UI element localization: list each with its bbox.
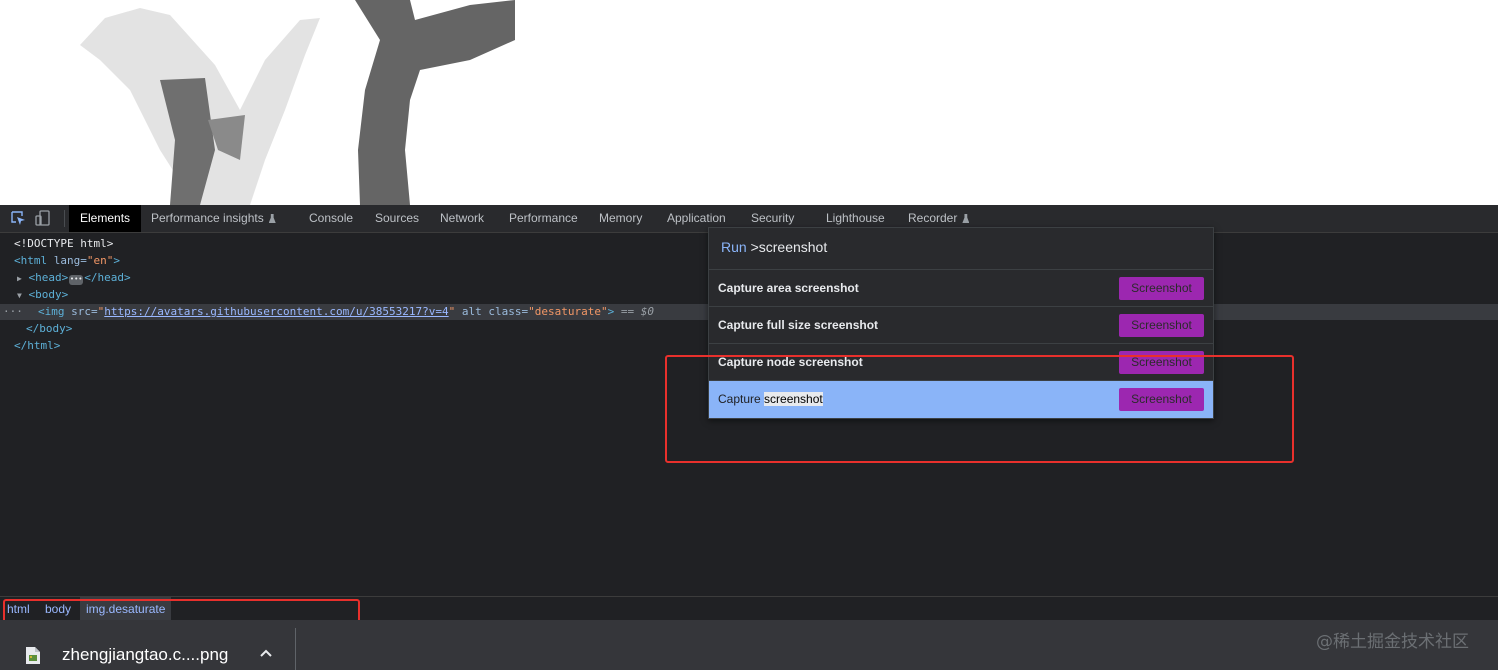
page-preview [0, 0, 1498, 205]
tab-label: Performance insights [151, 211, 264, 225]
tabbar-separator [64, 210, 65, 227]
command-item-capture-area[interactable]: Capture area screenshot Screenshot [709, 269, 1213, 307]
tab-label: Recorder [908, 211, 958, 225]
tab-console[interactable]: Console [309, 205, 353, 232]
download-divider [295, 628, 296, 670]
file-image-icon [26, 647, 40, 664]
download-item[interactable]: zhengjiangtao.c....png [14, 620, 296, 670]
flask-icon [962, 214, 970, 223]
tab-sources[interactable]: Sources [375, 205, 419, 232]
tab-network[interactable]: Network [440, 205, 484, 232]
attr-class-value: "desaturate" [528, 305, 608, 318]
attr-src: src [71, 305, 91, 318]
collapse-arrow-icon[interactable]: ▼ [17, 291, 22, 300]
doctype-text: <!DOCTYPE html> [14, 237, 114, 250]
tag-img-open: <img [38, 305, 65, 318]
avatar-image [80, 0, 515, 205]
flask-icon [268, 214, 276, 223]
tag-body-close: </body> [26, 322, 73, 335]
download-bar: zhengjiangtao.c....png @稀土掘金技术社区 [0, 620, 1498, 670]
inspect-element-icon[interactable] [10, 210, 26, 226]
attr-alt: alt [461, 305, 482, 318]
download-file-name: zhengjiangtao.c....png [62, 645, 229, 664]
dom-node-body[interactable]: ▼ <body> [17, 287, 68, 303]
tag-head-open: <head> [28, 271, 69, 284]
attr-class: class [488, 305, 522, 318]
dom-node-body-close[interactable]: </body> [26, 321, 72, 337]
command-input[interactable]: Run >screenshot [721, 239, 827, 255]
expand-arrow-icon[interactable]: ▶ [17, 274, 22, 283]
collapsed-content-icon[interactable]: ••• [69, 275, 84, 285]
attr-lang: lang [53, 254, 81, 267]
screenshot-badge: Screenshot [1119, 314, 1204, 337]
device-toolbar-icon[interactable] [35, 210, 51, 226]
tag-body-open: <body> [28, 288, 69, 301]
dom-node-html[interactable]: <html lang="en"> [14, 253, 120, 269]
command-prefix: Run [721, 239, 747, 255]
dom-node-head[interactable]: ▶ <head> ••• </head> [17, 270, 131, 286]
img-src-link[interactable]: https://avatars.githubusercontent.com/u/… [104, 305, 448, 318]
tab-memory[interactable]: Memory [599, 205, 642, 232]
dom-node-html-close[interactable]: </html> [14, 338, 60, 354]
command-item-label: Capture full size screenshot [718, 318, 879, 332]
command-item-capture-full-size[interactable]: Capture full size screenshot Screenshot [709, 306, 1213, 344]
annotation-box-command [665, 355, 1294, 463]
watermark: @稀土掘金技术社区 [1316, 632, 1469, 652]
screenshot-badge: Screenshot [1119, 277, 1204, 300]
tab-performance[interactable]: Performance [509, 205, 578, 232]
dom-node-doctype[interactable]: <!DOCTYPE html> [14, 236, 113, 252]
attr-lang-value: "en" [86, 254, 114, 267]
tab-performance-insights[interactable]: Performance insights [151, 205, 276, 232]
chevron-up-icon[interactable] [260, 648, 272, 660]
tag-html-close: </html> [14, 339, 61, 352]
tag-head-close: </head> [84, 271, 131, 284]
command-query: >screenshot [750, 239, 828, 255]
tag-html-open: <html [14, 254, 48, 267]
command-item-label: Capture area screenshot [718, 281, 859, 295]
selected-node-marker: == $0 [620, 305, 654, 318]
tab-elements[interactable]: Elements [69, 205, 142, 232]
more-actions-icon[interactable]: ··· [3, 304, 23, 320]
